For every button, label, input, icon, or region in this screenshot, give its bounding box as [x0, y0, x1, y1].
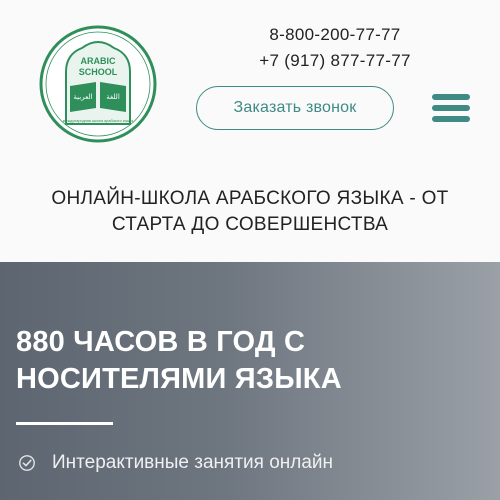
logo-arabic-right: اللغة [106, 93, 120, 101]
callback-button[interactable]: Заказать звонок [196, 86, 394, 130]
feature-text: Интерактивные занятия онлайн [52, 452, 334, 473]
phone-number-2[interactable]: +7 (917) 877-77-77 [230, 48, 440, 74]
hero-divider [16, 422, 113, 425]
logo-arabic-left: العربية [73, 93, 92, 101]
page-tagline: ОНЛАЙН-ШКОЛА АРАБСКОГО ЯЗЫКА - ОТ СТАРТА… [51, 188, 449, 235]
logo-caption: международная школа арабского языка [63, 119, 134, 123]
logo-text-top: ARABIC [81, 56, 116, 66]
feature-item: Интерактивные занятия онлайн [18, 452, 333, 474]
logo-text-bottom: SCHOOL [79, 67, 118, 77]
site-header: ARABIC SCHOOL العربية اللغة международна… [0, 0, 500, 262]
phone-numbers: 8-800-200-77-77 +7 (917) 877-77-77 [230, 22, 440, 74]
hero-title: 880 ЧАСОВ В ГОД С НОСИТЕЛЯМИ ЯЗЫКА [16, 326, 342, 395]
hamburger-menu-icon[interactable] [432, 94, 470, 122]
arabic-school-logo[interactable]: ARABIC SCHOOL العربية اللغة международна… [38, 24, 158, 144]
phone-number-1[interactable]: 8-800-200-77-77 [230, 22, 440, 48]
check-circle-icon [19, 455, 35, 471]
hero-section: 880 ЧАСОВ В ГОД С НОСИТЕЛЯМИ ЯЗЫКА Интер… [0, 262, 500, 500]
